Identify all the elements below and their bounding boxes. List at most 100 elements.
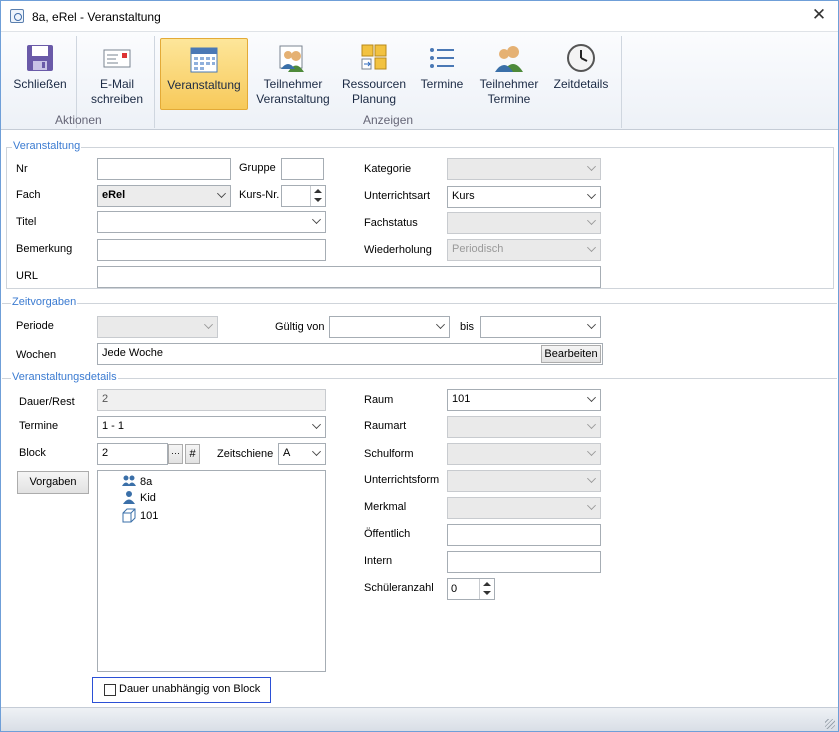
email-button[interactable]: E-Mail schreiben bbox=[83, 38, 151, 110]
teilnehmer-termine-label1: Teilnehmer bbox=[479, 77, 539, 91]
block-hash-button[interactable]: # bbox=[185, 444, 200, 464]
veranstaltung-button[interactable]: Veranstaltung bbox=[160, 38, 248, 110]
raum-select[interactable]: 101 bbox=[447, 389, 601, 411]
url-input[interactable] bbox=[97, 266, 601, 288]
url-label: URL bbox=[16, 270, 39, 282]
teilnehmer-termine-button[interactable]: Teilnehmer Termine bbox=[475, 38, 543, 110]
ressourcen-label1: Ressourcen bbox=[341, 77, 407, 91]
intern-input[interactable] bbox=[447, 551, 601, 573]
block-input[interactable]: 2 bbox=[97, 443, 168, 465]
dauer-input[interactable]: 2 bbox=[97, 389, 326, 411]
teilnehmer-veranstaltung-button[interactable]: Teilnehmer Veranstaltung bbox=[253, 38, 333, 110]
intern-label: Intern bbox=[364, 555, 393, 567]
resources-icon bbox=[358, 42, 390, 74]
app-icon bbox=[10, 9, 24, 23]
raum-label: Raum bbox=[364, 394, 394, 406]
chevron-down-icon bbox=[587, 447, 596, 456]
spin-down-icon[interactable] bbox=[483, 591, 491, 595]
chevron-down-icon bbox=[312, 447, 321, 456]
room-cube-icon bbox=[121, 508, 137, 523]
nr-label: Nr bbox=[16, 163, 28, 175]
unterrichtsform-label: Unterrichtsform bbox=[364, 474, 440, 486]
save-icon bbox=[24, 42, 56, 74]
spin-down-icon[interactable] bbox=[314, 198, 322, 202]
spin-up-icon[interactable] bbox=[314, 189, 322, 193]
wiederholung-select[interactable]: Periodisch bbox=[447, 239, 601, 261]
raumart-select[interactable] bbox=[447, 416, 601, 438]
schueleranzahl-stepper[interactable]: 0 bbox=[447, 578, 495, 600]
kategorie-select[interactable] bbox=[447, 158, 601, 180]
chevron-down-icon bbox=[587, 190, 596, 199]
chevron-down-icon bbox=[217, 189, 226, 198]
ribbon: Schließen E-Mail schreiben Aktionen Vera… bbox=[1, 31, 838, 130]
tree-item-class[interactable]: 8a bbox=[122, 475, 153, 488]
zeitdetails-button[interactable]: Zeitdetails bbox=[549, 38, 613, 110]
wiederholung-value: Periodisch bbox=[452, 243, 504, 255]
vorgaben-button[interactable]: Vorgaben bbox=[17, 471, 89, 494]
bearbeiten-button[interactable]: Bearbeiten bbox=[541, 345, 601, 363]
schulform-select[interactable] bbox=[447, 443, 601, 465]
block-more-button[interactable]: ··· bbox=[168, 444, 183, 464]
title-bar: 8a, eRel - Veranstaltung ✕ bbox=[1, 1, 838, 31]
unterrichtsart-select[interactable]: Kurs bbox=[447, 186, 601, 208]
termine-label: Termine bbox=[19, 420, 59, 432]
ressourcen-planung-button[interactable]: Ressourcen Planung bbox=[339, 38, 409, 110]
kursnr-stepper[interactable] bbox=[281, 185, 326, 207]
wochen-input[interactable]: Jede Woche bbox=[97, 343, 603, 365]
bemerkung-input[interactable] bbox=[97, 239, 326, 261]
class-group-icon bbox=[121, 474, 137, 489]
spin-up-icon[interactable] bbox=[483, 582, 491, 586]
gueltig-von-select[interactable] bbox=[329, 316, 450, 338]
group-label-aktionen: Aktionen bbox=[55, 113, 102, 127]
zeitvorgaben-divider bbox=[2, 303, 837, 304]
email-icon bbox=[101, 42, 133, 74]
unterrichtsform-select[interactable] bbox=[447, 470, 601, 492]
periode-select[interactable] bbox=[97, 316, 218, 338]
termine-select[interactable]: 1 - 1 bbox=[97, 416, 326, 438]
dauer-label: Dauer/Rest bbox=[19, 396, 75, 408]
fachstatus-label: Fachstatus bbox=[364, 217, 418, 229]
chevron-down-icon bbox=[587, 243, 596, 252]
veranstaltung-label: Veranstaltung bbox=[167, 78, 241, 92]
zeitvorgaben-legend: Zeitvorgaben bbox=[11, 296, 78, 308]
ribbon-separator bbox=[621, 36, 622, 128]
bis-select[interactable] bbox=[480, 316, 601, 338]
titel-select[interactable] bbox=[97, 211, 326, 233]
gueltig-von-label: Gültig von bbox=[275, 321, 325, 333]
resources-tree[interactable]: 8a Kid 101 bbox=[97, 470, 326, 672]
chevron-down-icon bbox=[312, 215, 321, 224]
chevron-down-icon bbox=[312, 420, 321, 429]
nr-input[interactable] bbox=[97, 158, 231, 180]
wiederholung-label: Wiederholung bbox=[364, 244, 432, 256]
termine-button[interactable]: Termine bbox=[415, 38, 469, 110]
periode-label: Periode bbox=[16, 320, 54, 332]
termine-value: 1 - 1 bbox=[102, 420, 125, 432]
oeffentlich-input[interactable] bbox=[447, 524, 601, 546]
schulform-label: Schulform bbox=[364, 448, 414, 460]
schueleranzahl-label: Schüleranzahl bbox=[364, 582, 434, 594]
chevron-down-icon bbox=[587, 320, 596, 329]
fach-select[interactable]: eRel bbox=[97, 185, 231, 207]
chevron-down-icon bbox=[204, 320, 213, 329]
tree-item-room[interactable]: 101 bbox=[122, 508, 158, 523]
resize-grip-icon[interactable] bbox=[825, 719, 835, 729]
details-legend: Veranstaltungsdetails bbox=[11, 371, 118, 383]
fachstatus-select[interactable] bbox=[447, 212, 601, 234]
tree-item-teacher[interactable]: Kid bbox=[123, 491, 156, 504]
dauer-unabhaengig-checkbox[interactable] bbox=[104, 684, 116, 696]
list-icon bbox=[426, 42, 458, 74]
titel-label: Titel bbox=[16, 216, 37, 228]
merkmal-select[interactable] bbox=[447, 497, 601, 519]
close-save-button[interactable]: Schließen bbox=[9, 38, 71, 110]
calendar-icon bbox=[188, 43, 220, 75]
ressourcen-label2: Planung bbox=[351, 92, 397, 106]
dauer-unabhaengig-label[interactable]: Dauer unabhängig von Block bbox=[119, 683, 260, 695]
dialog-window: 8a, eRel - Veranstaltung ✕ Schließen E-M… bbox=[0, 0, 839, 732]
tree-item-class-label: 8a bbox=[140, 476, 153, 488]
close-button[interactable]: ✕ bbox=[808, 5, 830, 25]
gruppe-input[interactable] bbox=[281, 158, 324, 180]
zeitschiene-select[interactable]: A bbox=[278, 443, 326, 465]
chevron-down-icon bbox=[436, 320, 445, 329]
chevron-down-icon bbox=[587, 216, 596, 225]
status-bar bbox=[1, 707, 838, 731]
